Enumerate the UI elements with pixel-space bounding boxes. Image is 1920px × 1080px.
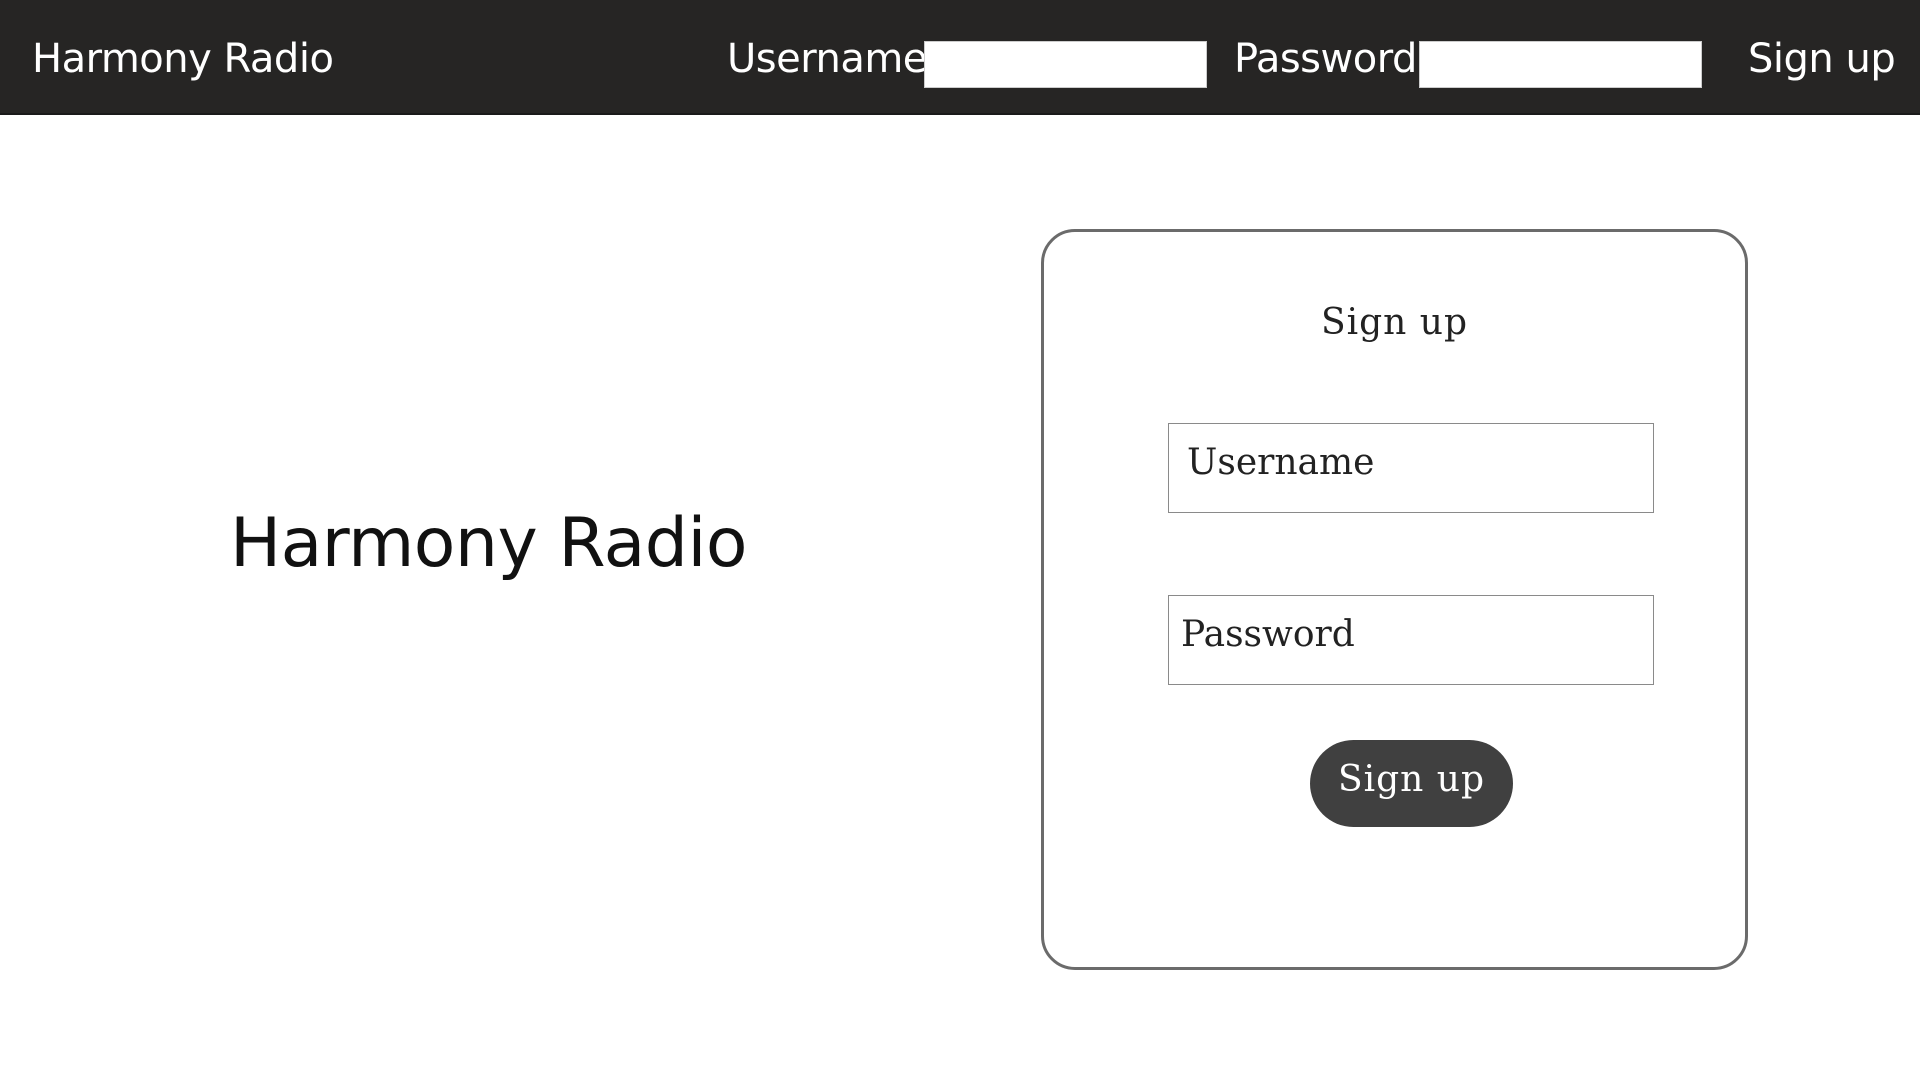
header-username-input[interactable] [924,41,1207,88]
header-password-label: Password [1234,36,1417,82]
header-signup-link[interactable]: Sign up [1748,34,1896,84]
signup-card-title: Sign up [1320,302,1469,343]
header-username-label: Username [727,36,927,82]
brand-logo-text[interactable]: Harmony Radio [32,34,334,84]
signup-card: Sign up Sign up [1041,229,1748,970]
signup-password-input[interactable] [1168,595,1654,685]
signup-submit-button[interactable]: Sign up [1310,740,1513,827]
hero-title: Harmony Radio [230,504,747,583]
signup-username-input[interactable] [1168,423,1654,513]
header-password-input[interactable] [1419,41,1702,88]
top-navigation-bar: Harmony Radio Username Password Sign up [0,0,1920,115]
